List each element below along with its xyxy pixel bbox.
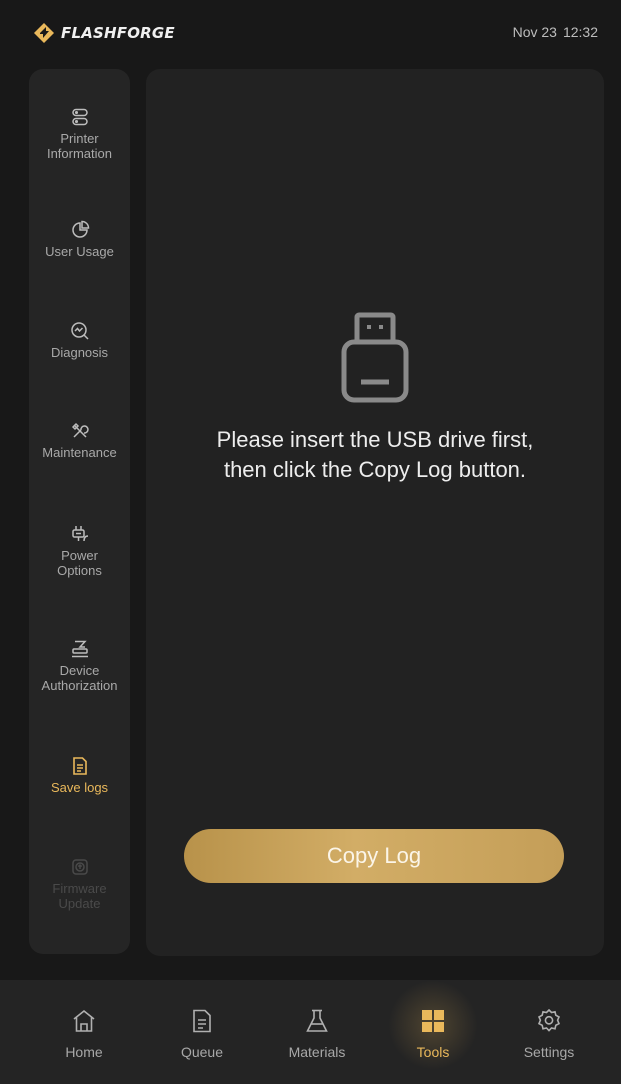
- nav-label: Queue: [180, 1044, 224, 1060]
- brand-name: FLASHFORGE: [61, 24, 175, 42]
- nav-materials[interactable]: Materials: [272, 1008, 362, 1060]
- sidebar-item-label: Diagnosis: [50, 345, 109, 360]
- nav-settings[interactable]: Settings: [504, 1008, 594, 1060]
- nav-tools[interactable]: Tools: [388, 1008, 478, 1060]
- sidebar-item-label: Device Authorization: [41, 663, 118, 693]
- instruction-message: Please insert the USB drive first, then …: [146, 425, 604, 485]
- copy-log-button[interactable]: Copy Log: [184, 829, 564, 883]
- queue-icon: [193, 1009, 211, 1033]
- sidebar-item-label: Save logs: [50, 780, 109, 795]
- sidebar-item-label: User Usage: [45, 244, 114, 259]
- date-label: Nov 23: [512, 24, 557, 40]
- printer-info-icon: [71, 108, 88, 126]
- flask-icon: [306, 1009, 328, 1032]
- sidebar-item-printer-information[interactable]: Printer Information: [29, 107, 130, 161]
- usb-drive-icon: [341, 312, 409, 403]
- time-label: 12:32: [562, 24, 598, 40]
- nav-home[interactable]: Home: [39, 1008, 129, 1060]
- upload-icon: [71, 859, 88, 875]
- sidebar-item-power-options[interactable]: Power Options: [29, 524, 130, 578]
- message-line-1: Please insert the USB drive first,: [216, 427, 534, 452]
- pie-chart-icon: [71, 220, 89, 238]
- sidebar-item-label: Printer Information: [46, 131, 113, 161]
- sidebar-item-maintenance[interactable]: Maintenance: [29, 421, 130, 460]
- sidebar-item-label: Firmware Update: [52, 881, 107, 911]
- brand-diamond-icon: [34, 23, 54, 43]
- home-icon: [73, 1009, 95, 1032]
- document-icon: [72, 757, 87, 775]
- sidebar-item-device-authorization[interactable]: Device Authorization: [29, 639, 130, 693]
- nav-label: Settings: [523, 1044, 575, 1060]
- power-plug-icon: [71, 526, 88, 542]
- brand-logo: FLASHFORGE: [33, 22, 175, 44]
- sidebar-item-label: Power Options: [57, 548, 102, 578]
- stamp-icon: [71, 640, 88, 658]
- save-logs-panel: Please insert the USB drive first, then …: [146, 69, 604, 956]
- status-bar: FLASHFORGE Nov 23 12:32: [0, 0, 621, 66]
- sidebar-item-save-logs[interactable]: Save logs: [29, 756, 130, 795]
- sidebar-item-diagnosis[interactable]: Diagnosis: [29, 321, 130, 360]
- grid-icon: [422, 1010, 444, 1032]
- gear-icon: [537, 1008, 561, 1032]
- diagnosis-icon: [70, 322, 89, 340]
- datetime: Nov 23 12:32: [513, 24, 598, 40]
- sidebar-item-label: Maintenance: [42, 445, 117, 460]
- sidebar-item-firmware-update: Firmware Update: [29, 857, 130, 911]
- nav-label: Tools: [416, 1044, 450, 1060]
- bottom-navigation: Home Queue Materials Tools Settings: [0, 980, 621, 1084]
- sidebar-item-user-usage[interactable]: User Usage: [29, 220, 130, 259]
- tools-icon: [71, 422, 89, 438]
- nav-label: Materials: [288, 1044, 346, 1060]
- message-line-2: then click the Copy Log button.: [223, 457, 527, 482]
- tools-sidebar: Printer Information User Usage Diagnosis…: [29, 69, 130, 954]
- nav-queue[interactable]: Queue: [157, 1008, 247, 1060]
- nav-label: Home: [65, 1044, 103, 1060]
